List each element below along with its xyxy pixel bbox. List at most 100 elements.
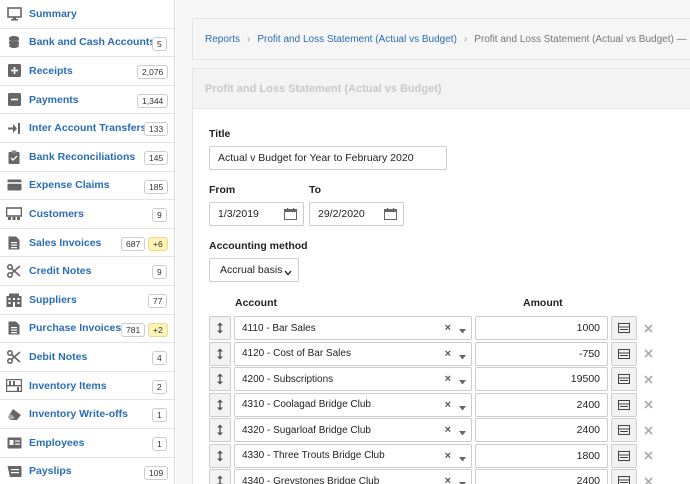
clear-icon[interactable]: × [445, 348, 451, 360]
calculator-icon[interactable] [611, 316, 637, 340]
calculator-icon[interactable] [611, 443, 637, 468]
account-select[interactable]: 4120 - Cost of Bar Sales × [234, 341, 472, 366]
amount-input[interactable]: 2400 [475, 392, 608, 417]
clear-icon[interactable]: × [445, 424, 451, 436]
sidebar-item-customers[interactable]: Customers 9 [0, 200, 174, 229]
sidebar-item-receipts[interactable]: Receipts 2,076 [0, 57, 174, 86]
scissors-icon [6, 263, 22, 279]
scissors-icon [6, 349, 22, 365]
dropdown-arrow-icon[interactable] [459, 454, 466, 465]
sidebar-item-label: Payslips [29, 465, 72, 478]
breadcrumb-separator-icon: › [247, 33, 251, 45]
count-badge: 185 [144, 179, 169, 194]
count-badge: 4 [152, 351, 167, 366]
drag-handle-icon[interactable] [209, 341, 231, 366]
amount-input[interactable]: 19500 [475, 367, 608, 391]
calendar-icon[interactable] [284, 208, 297, 223]
sidebar-item-label: Sales Invoices [29, 236, 102, 249]
remove-row-icon[interactable] [642, 475, 654, 484]
from-date-input[interactable]: 1/3/2019 [209, 202, 304, 226]
sidebar-item-bank-and-cash-accounts[interactable]: Bank and Cash Accounts 5 [0, 29, 174, 58]
clear-icon[interactable]: × [445, 475, 451, 484]
remove-row-icon[interactable] [642, 450, 654, 462]
breadcrumb-link-report[interactable]: Profit and Loss Statement (Actual vs Bud… [257, 34, 457, 45]
sidebar-item-label: Suppliers [29, 293, 77, 306]
account-select[interactable]: 4200 - Subscriptions × [234, 367, 472, 391]
drag-handle-icon[interactable] [209, 469, 231, 484]
sidebar-item-debit-notes[interactable]: Debit Notes 4 [0, 343, 174, 372]
sidebar-item-summary[interactable]: Summary [0, 0, 174, 29]
drag-handle-icon[interactable] [209, 443, 231, 468]
calculator-icon[interactable] [611, 469, 637, 484]
remove-row-icon[interactable] [642, 348, 654, 360]
sidebar-item-payments[interactable]: Payments 1,344 [0, 86, 174, 115]
budget-row: 4340 - Greystones Bridge Club × 2400 [193, 469, 690, 484]
budget-row: 4330 - Three Trouts Bridge Club × 1800 [193, 443, 690, 468]
dropdown-arrow-icon[interactable] [459, 352, 466, 363]
dropdown-arrow-icon[interactable] [459, 428, 466, 439]
calculator-icon[interactable] [611, 341, 637, 366]
sidebar-item-employees[interactable]: Employees 1 [0, 429, 174, 458]
sidebar-item-bank-reconciliations[interactable]: Bank Reconciliations 145 [0, 143, 174, 172]
report-form-panel: Profit and Loss Statement (Actual vs Bud… [192, 68, 690, 484]
sidebar-item-inventory-items[interactable]: Inventory Items 2 [0, 372, 174, 401]
accounting-method-select[interactable]: Accrual basis [209, 258, 299, 282]
dropdown-arrow-icon[interactable] [459, 479, 466, 484]
building-icon [6, 292, 22, 308]
amount-input[interactable]: 1800 [475, 443, 608, 468]
sidebar-item-suppliers[interactable]: Suppliers 77 [0, 286, 174, 315]
breadcrumb-current: Profit and Loss Statement (Actual vs Bud… [474, 33, 690, 45]
remove-row-icon[interactable] [642, 399, 654, 411]
count-badge: 1 [152, 408, 167, 423]
sidebar-item-expense-claims[interactable]: Expense Claims 185 [0, 172, 174, 201]
clear-icon[interactable]: × [445, 373, 451, 385]
sidebar-item-sales-invoices[interactable]: Sales Invoices 687 +6 [0, 229, 174, 258]
document-icon [6, 235, 22, 251]
calculator-icon[interactable] [611, 418, 637, 442]
sidebar-item-inventory-write-offs[interactable]: Inventory Write-offs 1 [0, 400, 174, 429]
drag-handle-icon[interactable] [209, 392, 231, 417]
sidebar-item-label: Credit Notes [29, 265, 92, 278]
transfer-icon [6, 120, 22, 136]
sidebar-item-credit-notes[interactable]: Credit Notes 9 [0, 257, 174, 286]
title-label: Title [209, 128, 231, 140]
sidebar-item-inter-account-transfers[interactable]: Inter Account Transfers 133 [0, 114, 174, 143]
account-select[interactable]: 4310 - Coolagad Bridge Club × [234, 392, 472, 417]
sidebar-item-label: Purchase Invoices [29, 322, 122, 335]
dropdown-arrow-icon[interactable] [459, 377, 466, 388]
amount-input[interactable]: 1000 [475, 316, 608, 340]
to-date-input[interactable]: 29/2/2020 [309, 202, 404, 226]
sidebar-item-label: Debit Notes [29, 350, 88, 363]
count-badge: 9 [152, 265, 167, 280]
account-select[interactable]: 4110 - Bar Sales × [234, 316, 472, 340]
account-select[interactable]: 4340 - Greystones Bridge Club × [234, 469, 472, 484]
dropdown-arrow-icon[interactable] [459, 403, 466, 414]
clear-icon[interactable]: × [445, 399, 451, 411]
amount-input[interactable]: -750 [475, 341, 608, 366]
title-input[interactable]: Actual v Budget for Year to February 202… [209, 146, 447, 170]
calculator-icon[interactable] [611, 367, 637, 391]
drag-handle-icon[interactable] [209, 367, 231, 391]
remove-row-icon[interactable] [642, 322, 654, 334]
breadcrumb-link-reports[interactable]: Reports [205, 34, 240, 45]
calculator-icon[interactable] [611, 392, 637, 417]
clear-icon[interactable]: × [445, 322, 451, 334]
drag-handle-icon[interactable] [209, 418, 231, 442]
count-badge: 687 [121, 236, 146, 251]
calendar-icon[interactable] [384, 208, 397, 223]
account-select[interactable]: 4320 - Sugarloaf Bridge Club × [234, 418, 472, 442]
breadcrumb-separator-icon: › [463, 33, 468, 45]
account-value: 4340 - Greystones Bridge Club [242, 475, 380, 484]
account-value: 4110 - Bar Sales [242, 322, 316, 334]
sidebar-item-purchase-invoices[interactable]: Purchase Invoices 781 +2 [0, 315, 174, 344]
clear-icon[interactable]: × [445, 450, 451, 462]
account-select[interactable]: 4330 - Three Trouts Bridge Club × [234, 443, 472, 468]
coins-icon [6, 34, 22, 50]
amount-input[interactable]: 2400 [475, 418, 608, 442]
drag-handle-icon[interactable] [209, 316, 231, 340]
remove-row-icon[interactable] [642, 424, 654, 436]
remove-row-icon[interactable] [642, 373, 654, 385]
dropdown-arrow-icon[interactable] [459, 326, 466, 337]
amount-input[interactable]: 2400 [475, 469, 608, 484]
sidebar-item-payslips[interactable]: Payslips 109 [0, 458, 174, 484]
